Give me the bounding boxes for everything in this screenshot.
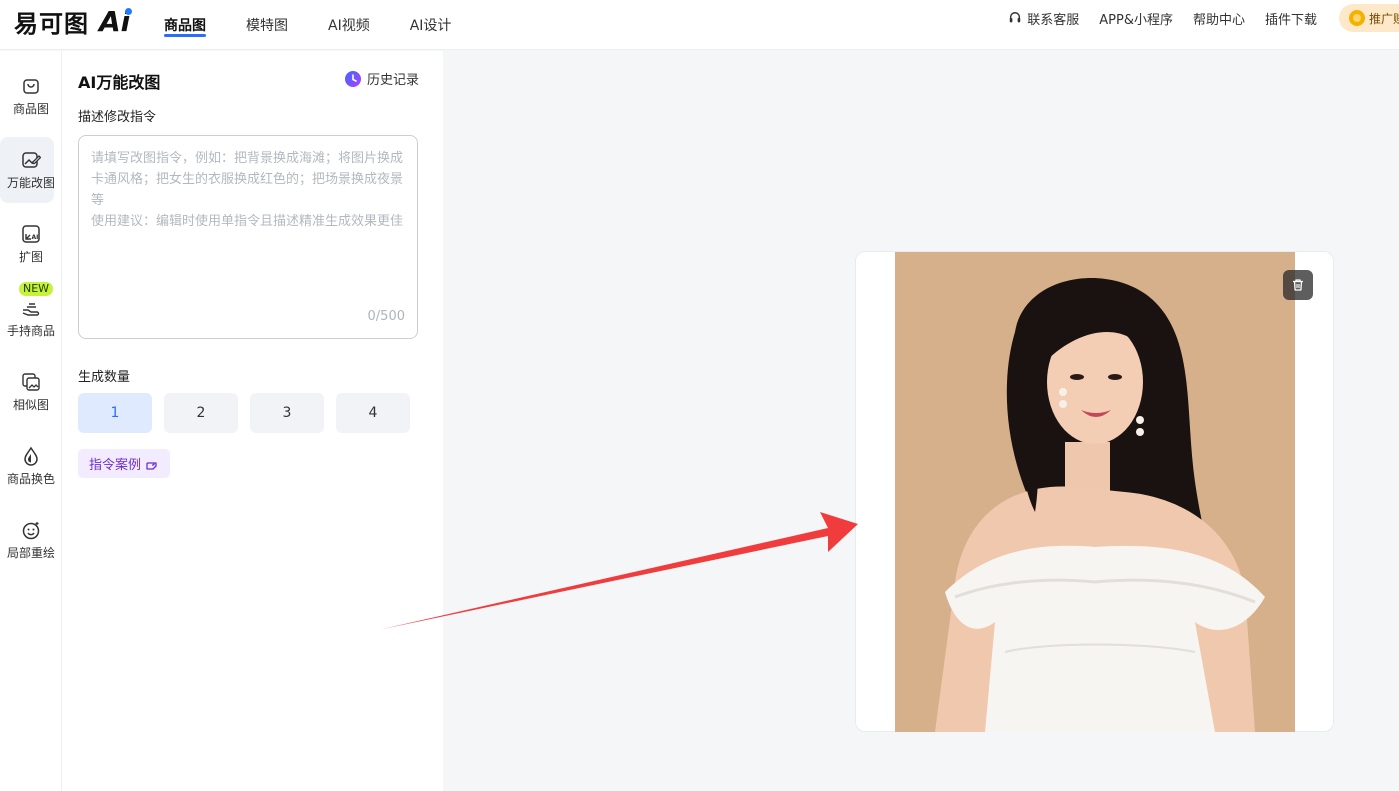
logo-dot: [125, 7, 133, 15]
top-bar: 易可图 Ai 商品图 模特图 AI视频 AI设计 联系客服 APP&小程序 帮助…: [0, 0, 1399, 50]
sidebar-label: 万能改图: [6, 175, 55, 190]
promo-label: 推广赚: [1369, 11, 1399, 26]
new-badge: NEW: [19, 282, 54, 296]
expand-image-icon: AI: [22, 224, 40, 243]
support-label: 联系客服: [1027, 12, 1080, 28]
panel-title: AI万能改图: [78, 73, 161, 92]
sidebar-label: 手持商品: [6, 323, 55, 338]
help-link[interactable]: 帮助中心: [1193, 9, 1245, 28]
count-label: 生成数量: [78, 370, 131, 385]
sidebar-item-similar-image[interactable]: 相似图: [0, 359, 62, 425]
annotation-arrow: [378, 512, 858, 630]
sidebar-item-product-image[interactable]: 商品图: [0, 63, 62, 129]
trash-icon: [1293, 279, 1303, 291]
nav-ai-design[interactable]: AI设计: [410, 0, 452, 50]
pointing-hand-icon: [146, 461, 157, 470]
hand-product-icon: [22, 302, 40, 316]
sidebar-item-product-recolor[interactable]: 商品换色: [0, 433, 62, 499]
plugin-link[interactable]: 插件下载: [1265, 9, 1317, 28]
sidebar-item-expand-image[interactable]: AI 扩图: [0, 211, 62, 277]
logo[interactable]: 易可图 Ai: [14, 5, 133, 38]
logo-text: 易可图: [14, 9, 89, 38]
main-nav: 商品图 模特图 AI视频 AI设计: [164, 0, 491, 50]
prompt-label: 描述修改指令: [78, 110, 157, 125]
svg-text:AI: AI: [32, 234, 39, 241]
support-link[interactable]: 联系客服: [1008, 9, 1079, 28]
sidebar-label: 局部重绘: [6, 545, 55, 560]
sidebar-item-inpaint[interactable]: 局部重绘: [0, 507, 62, 573]
image-card: [855, 251, 1334, 732]
prompt-placeholder: 请填写改图指令，例如：把背景换成海滩；将图片换成卡通风格；把女生的衣服换成红色的…: [91, 151, 404, 229]
promo-button[interactable]: 推广赚: [1339, 4, 1399, 32]
examples-label: 指令案例: [89, 458, 142, 473]
active-highlight: [0, 137, 54, 203]
prompt-textarea[interactable]: 请填写改图指令，例如：把背景换成海滩；将图片换成卡通风格；把女生的衣服换成红色的…: [78, 135, 418, 339]
edit-panel: AI万能改图 历史记录 描述修改指令 请填写改图指令，例如：把背景换成海滩；将图…: [62, 51, 443, 791]
headset-icon: [1009, 12, 1021, 23]
sidebar-label: 相似图: [12, 397, 49, 412]
nav-ai-video[interactable]: AI视频: [328, 0, 370, 50]
history-label: 历史记录: [366, 73, 419, 88]
examples-button[interactable]: 指令案例: [78, 449, 171, 478]
app-link[interactable]: APP&小程序: [1099, 9, 1173, 28]
nav-model-image[interactable]: 模特图: [246, 0, 288, 50]
coin-icon: [1349, 10, 1365, 26]
count-options: 1 2 3 4: [78, 393, 422, 433]
model-photo-illustration: [895, 252, 1295, 732]
logo-ai: Ai: [99, 5, 133, 38]
bag-icon: [23, 78, 39, 94]
count-option-2[interactable]: 2: [164, 393, 238, 433]
similar-image-icon: [22, 372, 40, 391]
char-counter: 0/500: [367, 309, 405, 324]
count-option-1[interactable]: 1: [78, 393, 152, 433]
smiley-icon: [22, 521, 40, 539]
edit-image-icon: [22, 151, 41, 168]
nav-product-image[interactable]: 商品图: [164, 0, 206, 50]
sidebar-item-edit-image[interactable]: 万能改图: [0, 137, 62, 203]
sidebar-label: 扩图: [18, 249, 43, 264]
delete-image-button[interactable]: [1283, 270, 1313, 300]
sidebar-label: 商品换色: [6, 471, 55, 486]
sidebar-label: 商品图: [12, 101, 49, 116]
color-drop-icon: [24, 446, 38, 466]
uploaded-photo[interactable]: [895, 252, 1295, 732]
history-button[interactable]: 历史记录: [344, 69, 419, 88]
count-option-3[interactable]: 3: [250, 393, 324, 433]
history-icon: [344, 70, 361, 87]
canvas-area: [443, 51, 1399, 791]
sidebar-item-hand-product[interactable]: NEW 手持商品: [0, 282, 62, 351]
tool-sidebar: 商品图 万能改图 AI 扩图 NEW 手持商品 相似图 商品换色 局部重绘: [0, 51, 62, 791]
count-option-4[interactable]: 4: [336, 393, 410, 433]
header-right: 联系客服 APP&小程序 帮助中心 插件下载 推广赚: [988, 0, 1399, 36]
